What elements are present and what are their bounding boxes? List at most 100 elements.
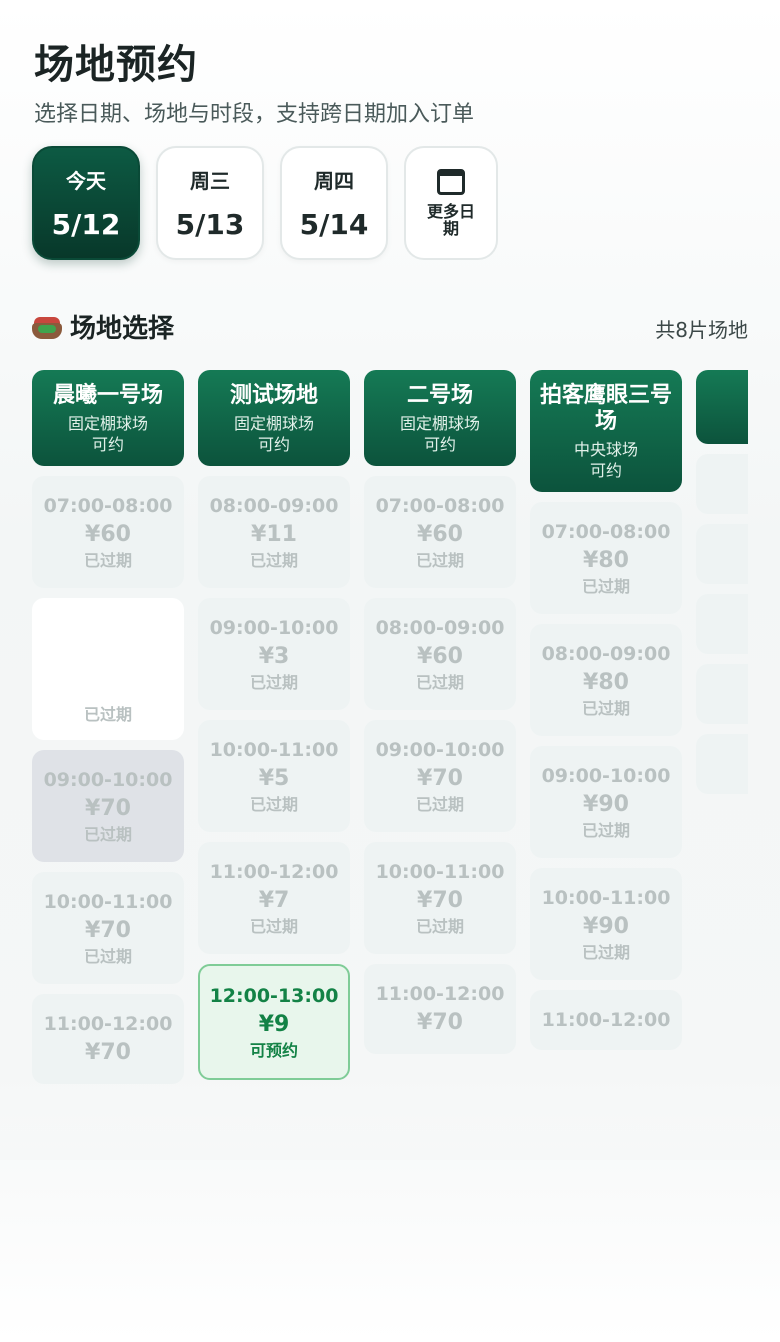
time-slot[interactable]: 0 <box>696 454 748 514</box>
slot-price: ¥11 <box>251 522 297 547</box>
slot-status: 已过期 <box>415 795 464 814</box>
slot-price: ¥70 <box>85 796 131 821</box>
more-dates-button[interactable]: 更多日期 <box>404 146 498 260</box>
slot-time: 10:0 <box>700 682 748 706</box>
slot-time: 10:00-11:00 <box>541 887 671 909</box>
slot-price: ¥7 <box>258 888 290 913</box>
time-slot[interactable]: 11:00-12:00 <box>530 990 682 1050</box>
slot-time: 11:00-12:00 <box>375 983 505 1005</box>
slot-time: 08:00-09:00 <box>541 643 671 665</box>
time-slot[interactable]: 09:00-10:00 ¥70 已过期 <box>32 750 184 862</box>
slot-time: 10:00-11:00 <box>375 861 505 883</box>
slot-status: 已过期 <box>83 551 132 570</box>
slot-status: 已过期 <box>415 917 464 936</box>
time-slot[interactable]: 10:0 <box>696 664 748 724</box>
date-day: 5/14 <box>299 208 369 241</box>
time-slot[interactable]: 08:00-09:00 ¥60 已过期 <box>364 598 516 710</box>
slot-status: 已过期 <box>581 821 630 840</box>
court-status: 可约 <box>91 435 124 454</box>
court-column: 晨曦固定 0 0 0 10:0 11:0 <box>696 370 748 804</box>
slot-price: ¥70 <box>417 888 463 913</box>
court-type: 固定 <box>702 414 748 434</box>
calendar-icon <box>437 169 465 195</box>
slot-time: 11:0 <box>700 752 748 776</box>
time-slot[interactable]: 09:00-10:00 ¥3 已过期 <box>198 598 350 710</box>
date-weekday: 周三 <box>190 169 230 193</box>
court-status: 可约 <box>589 461 622 480</box>
time-slot[interactable]: 10:00-11:00 ¥90 已过期 <box>530 868 682 980</box>
slot-status: 已过期 <box>249 551 298 570</box>
time-slot[interactable]: 11:00-12:00 ¥70 <box>32 994 184 1084</box>
slot-time: 10:00-11:00 <box>43 891 173 913</box>
time-slot[interactable]: 09:00-10:00 ¥90 已过期 <box>530 746 682 858</box>
slot-price: ¥70 <box>417 766 463 791</box>
court-header[interactable]: 测试场地 固定棚球场 可约 <box>198 370 350 466</box>
time-slot[interactable]: 12:00-13:00 ¥9 可预约 <box>198 964 350 1080</box>
slot-price: ¥5 <box>258 766 290 791</box>
date-selector: 今天 5/12 周三 5/13 周四 5/14 更多日期 <box>32 146 498 260</box>
court-header[interactable]: 晨曦一号场 固定棚球场 可约 <box>32 370 184 466</box>
court-column: 晨曦一号场 固定棚球场 可约 07:00-08:00 ¥60 已过期 已过期 09:00-10… <box>32 370 184 1094</box>
time-slot[interactable]: 11:0 <box>696 734 748 794</box>
slot-status: 已过期 <box>581 577 630 596</box>
court-status: 可约 <box>423 435 456 454</box>
date-card-wed[interactable]: 周三 5/13 <box>156 146 264 260</box>
date-weekday: 今天 <box>66 169 106 193</box>
slot-status: 已过期 <box>249 795 298 814</box>
court-status: 可约 <box>257 435 290 454</box>
slot-price: ¥70 <box>417 1010 463 1035</box>
time-slot[interactable]: 07:00-08:00 ¥60 已过期 <box>364 476 516 588</box>
court-name: 晨曦一号场 <box>52 383 163 408</box>
time-slot[interactable]: 08:00-09:00 ¥80 已过期 <box>530 624 682 736</box>
slot-time: 0 <box>700 472 748 496</box>
slot-price: ¥60 <box>417 522 463 547</box>
time-slot[interactable]: 11:00-12:00 ¥70 <box>364 964 516 1054</box>
time-slot[interactable]: 10:00-11:00 ¥70 已过期 <box>364 842 516 954</box>
time-slot[interactable]: 0 <box>696 524 748 584</box>
time-slot[interactable]: 10:00-11:00 ¥70 已过期 <box>32 872 184 984</box>
court-column: 二号场 固定棚球场 可约 07:00-08:00 ¥60 已过期 08:00-09:00 ¥6… <box>364 370 516 1064</box>
slot-price: ¥90 <box>583 792 629 817</box>
slot-time: 09:00-10:00 <box>43 769 173 791</box>
time-slot[interactable]: 09:00-10:00 ¥70 已过期 <box>364 720 516 832</box>
slot-price: ¥9 <box>258 1012 290 1037</box>
slot-status: 可预约 <box>249 1041 298 1060</box>
courts-grid: 晨曦一号场 固定棚球场 可约 07:00-08:00 ¥60 已过期 已过期 09:00-10… <box>32 370 748 1094</box>
time-slot[interactable]: 08:00-09:00 ¥11 已过期 <box>198 476 350 588</box>
court-header[interactable]: 二号场 固定棚球场 可约 <box>364 370 516 466</box>
court-type: 中央球场 <box>573 440 638 459</box>
slot-time: 11:00-12:00 <box>43 1013 173 1035</box>
time-slot[interactable]: 0 <box>696 594 748 654</box>
date-card-thu[interactable]: 周四 5/14 <box>280 146 388 260</box>
date-day: 5/13 <box>175 208 245 241</box>
court-name: 晨曦 <box>702 383 748 409</box>
time-slot[interactable]: 07:00-08:00 ¥80 已过期 <box>530 502 682 614</box>
slot-time: 11:00-12:00 <box>541 1009 671 1031</box>
slot-status: 已过期 <box>249 917 298 936</box>
courts-scroll-area[interactable]: 晨曦一号场 固定棚球场 可约 07:00-08:00 ¥60 已过期 已过期 09:00-10… <box>32 370 748 1138</box>
slot-status: 已过期 <box>581 943 630 962</box>
slot-status: 已过期 <box>249 673 298 692</box>
date-card-today[interactable]: 今天 5/12 <box>32 146 140 260</box>
time-slot[interactable]: 07:00-08:00 ¥60 已过期 <box>32 476 184 588</box>
slot-time: 09:00-10:00 <box>209 617 339 639</box>
time-slot[interactable]: 已过期 <box>32 598 184 740</box>
slot-status: 已过期 <box>83 947 132 966</box>
court-name: 拍客鹰眼三号场 <box>539 383 672 434</box>
page-title: 场地预约 <box>34 42 198 88</box>
slot-time: 0 <box>700 542 748 566</box>
time-slot[interactable]: 11:00-12:00 ¥7 已过期 <box>198 842 350 954</box>
court-name: 二号场 <box>406 383 473 408</box>
court-header[interactable]: 拍客鹰眼三号场中央球场可约 <box>530 370 682 492</box>
court-header[interactable]: 晨曦固定 <box>696 370 748 444</box>
page-subtitle: 选择日期、场地与时段，支持跨日期加入订单 <box>34 102 475 127</box>
slot-time: 07:00-08:00 <box>43 495 173 517</box>
court-type: 固定棚球场 <box>233 414 314 433</box>
slot-time: 08:00-09:00 <box>375 617 505 639</box>
court-section-header: 场地选择 <box>32 308 174 345</box>
slot-status: 已过期 <box>581 699 630 718</box>
slot-time: 12:00-13:00 <box>209 985 339 1007</box>
slot-time: 11:00-12:00 <box>209 861 339 883</box>
time-slot[interactable]: 10:00-11:00 ¥5 已过期 <box>198 720 350 832</box>
court-count: 共8片场地 <box>655 318 748 342</box>
